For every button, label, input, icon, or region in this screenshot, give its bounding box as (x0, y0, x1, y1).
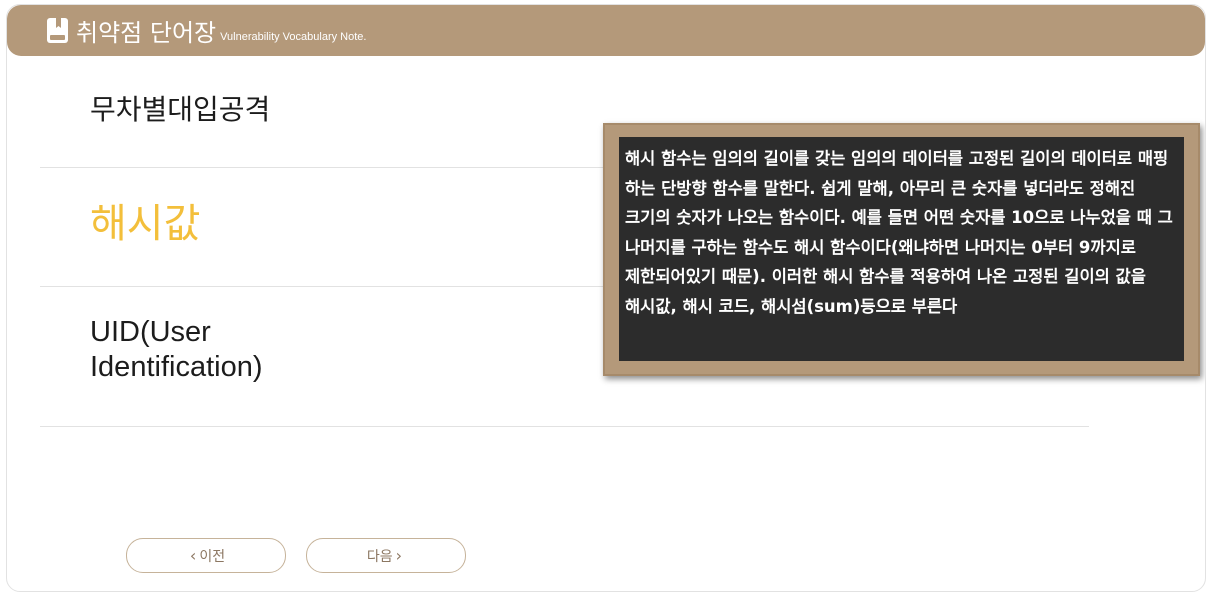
chevron-left-icon: ‹ (189, 546, 197, 565)
tooltip-board: 해시 함수는 임의의 길이를 갖는 임의의 데이터를 고정된 길이의 데이터로 … (619, 137, 1184, 361)
next-button-label: 다음 (366, 548, 393, 565)
prev-button[interactable]: ‹ 이전 (126, 538, 286, 573)
definition-tooltip: 해시 함수는 임의의 길이를 갖는 임의의 데이터를 고정된 길이의 데이터로 … (603, 123, 1200, 376)
book-icon (47, 18, 68, 43)
vocabulary-app: 취약점 단어장 Vulnerability Vocabulary Note. 무… (6, 4, 1206, 592)
app-subtitle: Vulnerability Vocabulary Note. (220, 30, 367, 43)
app-title: 취약점 단어장 (76, 19, 217, 47)
prev-button-label: 이전 (199, 548, 226, 565)
word-item-uid[interactable]: UID(User Identification) (90, 315, 370, 385)
app-header: 취약점 단어장 Vulnerability Vocabulary Note. (7, 5, 1205, 56)
next-button[interactable]: 다음 › (306, 538, 466, 573)
divider (40, 426, 1089, 427)
word-item-brute-force[interactable]: 무차별대입공격 (90, 88, 270, 128)
definition-text: 해시 함수는 임의의 길이를 갖는 임의의 데이터를 고정된 길이의 데이터로 … (625, 149, 1173, 316)
chevron-right-icon: › (395, 546, 403, 565)
word-item-hash-value[interactable]: 해시값 (90, 191, 200, 249)
